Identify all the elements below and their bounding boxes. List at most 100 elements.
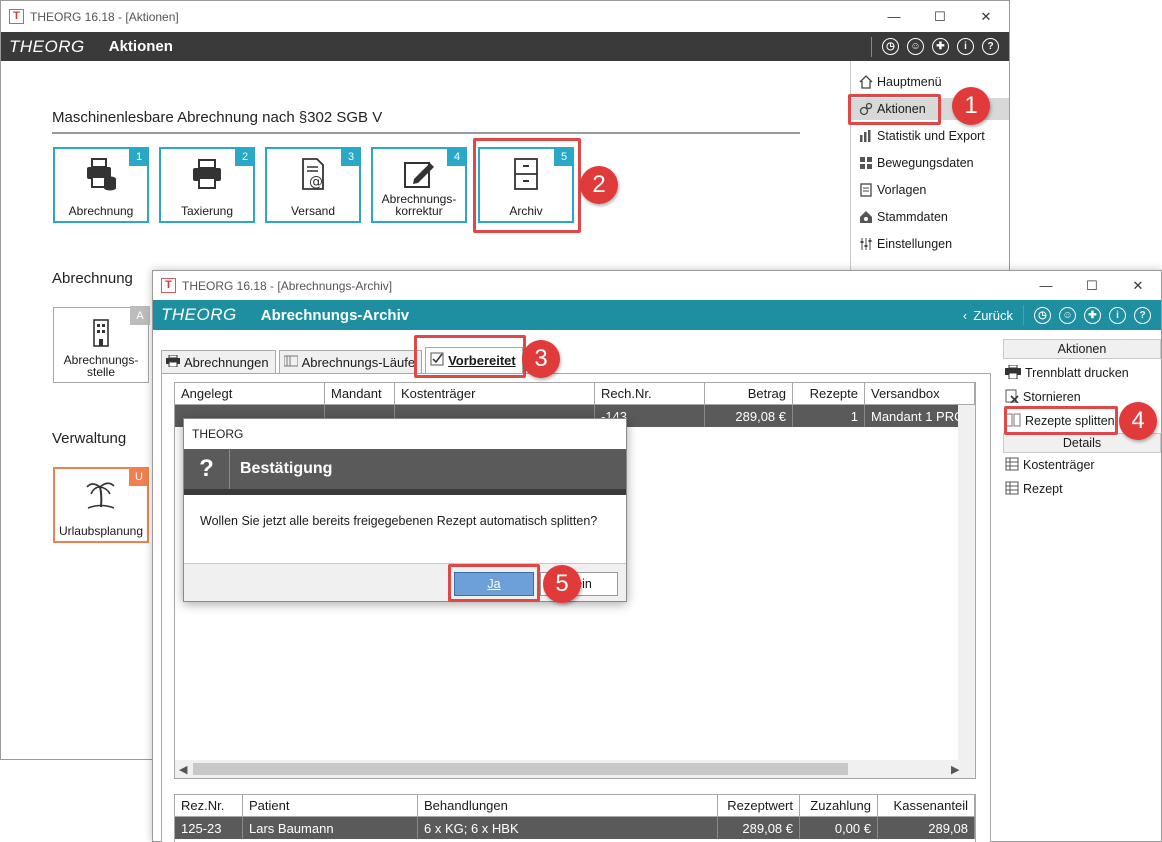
tab-label: Abrechnungs-Läufe <box>301 354 416 370</box>
column-header[interactable]: Behandlungen <box>418 795 718 816</box>
section-title-verwaltung: Verwaltung <box>52 430 127 447</box>
support-icon[interactable]: ☺ <box>1059 306 1076 324</box>
help-icon[interactable]: ? <box>982 38 999 55</box>
info-icon[interactable]: i <box>1109 306 1126 324</box>
tile-versand[interactable]: 3 @ Versand <box>265 147 361 223</box>
printer-database-icon <box>84 157 118 191</box>
column-header[interactable]: Rech.Nr. <box>595 383 705 404</box>
nav-label: Bewegungsdaten <box>877 156 974 170</box>
nav-bewegungsdaten[interactable]: Bewegungsdaten <box>859 152 974 174</box>
clock-icon[interactable]: ◷ <box>1034 306 1051 324</box>
vertical-scrollbar[interactable] <box>958 405 975 760</box>
cell: 1 <box>793 405 865 427</box>
callout-badge: 3 <box>522 340 560 378</box>
column-header[interactable]: Zuzahlung <box>800 795 878 816</box>
tile-badge: U <box>129 467 149 486</box>
archive-appbar: THEORG Abrechnungs-Archiv ‹ Zurück ◷ ☺ ✚… <box>153 300 1161 330</box>
nav-einstellungen[interactable]: Einstellungen <box>859 233 952 255</box>
column-header[interactable]: Rez.Nr. <box>175 795 243 816</box>
tab-abrechnungs-laeufe[interactable]: Abrechnungs-Läufe <box>278 350 423 374</box>
tile-abrechnungsstelle[interactable]: A Abrechnungs-stelle <box>53 306 150 383</box>
nav-hauptmenu[interactable]: Hauptmenü <box>859 71 942 93</box>
highlight-aktionen <box>848 94 941 125</box>
column-header[interactable]: Kassenanteil <box>878 795 975 816</box>
dialog-heading: Bestätigung <box>240 460 333 477</box>
column-header[interactable]: Mandant <box>325 383 395 404</box>
theorg-app-icon: T <box>9 9 24 24</box>
remote-icon[interactable]: ✚ <box>932 38 949 55</box>
tile-taxierung[interactable]: 2 Taxierung <box>159 147 255 223</box>
dialog-message: Wollen Sie jetzt alle bereits freigegebe… <box>200 514 598 528</box>
page-title: Abrechnungs-Archiv <box>260 306 410 324</box>
callout-badge: 4 <box>1119 402 1157 440</box>
section-divider <box>52 132 800 134</box>
main-titlebar: T THEORG 16.18 - [Aktionen] — ☐ ✕ <box>1 1 1009 32</box>
svg-text:@: @ <box>309 174 323 190</box>
remote-icon[interactable]: ✚ <box>1084 306 1101 324</box>
cancel-document-icon <box>1005 389 1019 406</box>
maximize-icon[interactable]: ☐ <box>917 1 963 32</box>
cell: Lars Baumann <box>243 817 418 839</box>
nav-vorlagen[interactable]: Vorlagen <box>859 179 926 201</box>
run-list-icon <box>283 355 299 370</box>
theorg-logo: THEORG <box>9 36 85 56</box>
nav-stammdaten[interactable]: Stammdaten <box>859 206 948 228</box>
maximize-icon[interactable]: ☐ <box>1069 271 1115 300</box>
detail-label: Rezept <box>1023 482 1063 496</box>
tab-abrechnungen[interactable]: Abrechnungen <box>161 350 276 374</box>
theorg-logo: THEORG <box>161 305 237 324</box>
back-button[interactable]: ‹ Zurück <box>963 300 1013 330</box>
cell: 125-23 <box>175 817 243 839</box>
action-label: Stornieren <box>1023 390 1081 404</box>
horizontal-scrollbar[interactable]: ◀ ▶ <box>175 760 975 778</box>
clock-icon[interactable]: ◷ <box>882 38 899 55</box>
column-header[interactable]: Rezeptwert <box>718 795 800 816</box>
table-row[interactable]: 125-23 Lars Baumann 6 x KG; 6 x HBK 289,… <box>175 817 975 839</box>
tile-badge: 1 <box>129 147 149 166</box>
help-icon[interactable]: ? <box>1134 306 1151 324</box>
tile-abrechnung[interactable]: 1 Abrechnung <box>53 147 149 223</box>
tile-urlaubsplanung[interactable]: U Urlaubsplanung <box>53 467 149 543</box>
main-sidebar: Hauptmenü Aktionen Statistik und Export … <box>850 61 1010 271</box>
table-icon <box>1005 457 1019 474</box>
close-icon[interactable]: ✕ <box>963 1 1009 32</box>
scroll-right-icon[interactable]: ▶ <box>951 763 959 776</box>
sliders-icon <box>859 237 873 251</box>
tile-label: Abrechnungs-korrektur <box>381 192 457 218</box>
highlight-ja <box>448 564 540 602</box>
scroll-left-icon[interactable]: ◀ <box>179 763 187 776</box>
tile-abrechnungskorrektur[interactable]: 4 Abrechnungs-korrektur <box>371 147 467 223</box>
column-header[interactable]: Versandbox <box>865 383 975 404</box>
support-icon[interactable]: ☺ <box>907 38 924 55</box>
callout-badge: 5 <box>543 565 581 603</box>
archive-titlebar: T THEORG 16.18 - [Abrechnungs-Archiv] — … <box>153 271 1161 300</box>
column-header[interactable]: Angelegt <box>175 383 325 404</box>
main-window-title: THEORG 16.18 - [Aktionen] <box>30 9 179 24</box>
main-appbar: THEORG Aktionen ◷ ☺ ✚ i ? <box>1 32 1009 61</box>
minimize-icon[interactable]: — <box>871 1 917 32</box>
scroll-thumb[interactable] <box>193 763 848 775</box>
action-trennblatt[interactable]: Trennblatt drucken <box>1003 361 1161 385</box>
action-label: Trennblatt drucken <box>1025 366 1129 380</box>
building-icon <box>84 316 118 350</box>
archive-window-title: THEORG 16.18 - [Abrechnungs-Archiv] <box>182 278 393 293</box>
column-header[interactable]: Rezepte <box>793 383 865 404</box>
recipe-grid: Rez.Nr. Patient Behandlungen Rezeptwert … <box>174 794 976 842</box>
detail-kostentraeger[interactable]: Kostenträger <box>1003 453 1161 477</box>
tile-label: Abrechnungs-stelle <box>63 353 139 379</box>
column-header[interactable]: Kostenträger <box>395 383 595 404</box>
home-icon <box>859 75 873 89</box>
tile-label: Taxierung <box>180 204 234 218</box>
tile-badge: 3 <box>341 147 361 166</box>
detail-rezept[interactable]: Rezept <box>1003 477 1161 501</box>
column-header[interactable]: Betrag <box>705 383 793 404</box>
tile-badge: 2 <box>235 147 255 166</box>
nav-statistik[interactable]: Statistik und Export <box>859 125 985 147</box>
highlight-archiv <box>473 138 581 233</box>
panel-header-aktionen: Aktionen <box>1003 339 1161 359</box>
column-header[interactable]: Patient <box>243 795 418 816</box>
tile-badge: A <box>130 306 150 325</box>
close-icon[interactable]: ✕ <box>1115 271 1161 300</box>
minimize-icon[interactable]: — <box>1023 271 1069 300</box>
info-icon[interactable]: i <box>957 38 974 55</box>
